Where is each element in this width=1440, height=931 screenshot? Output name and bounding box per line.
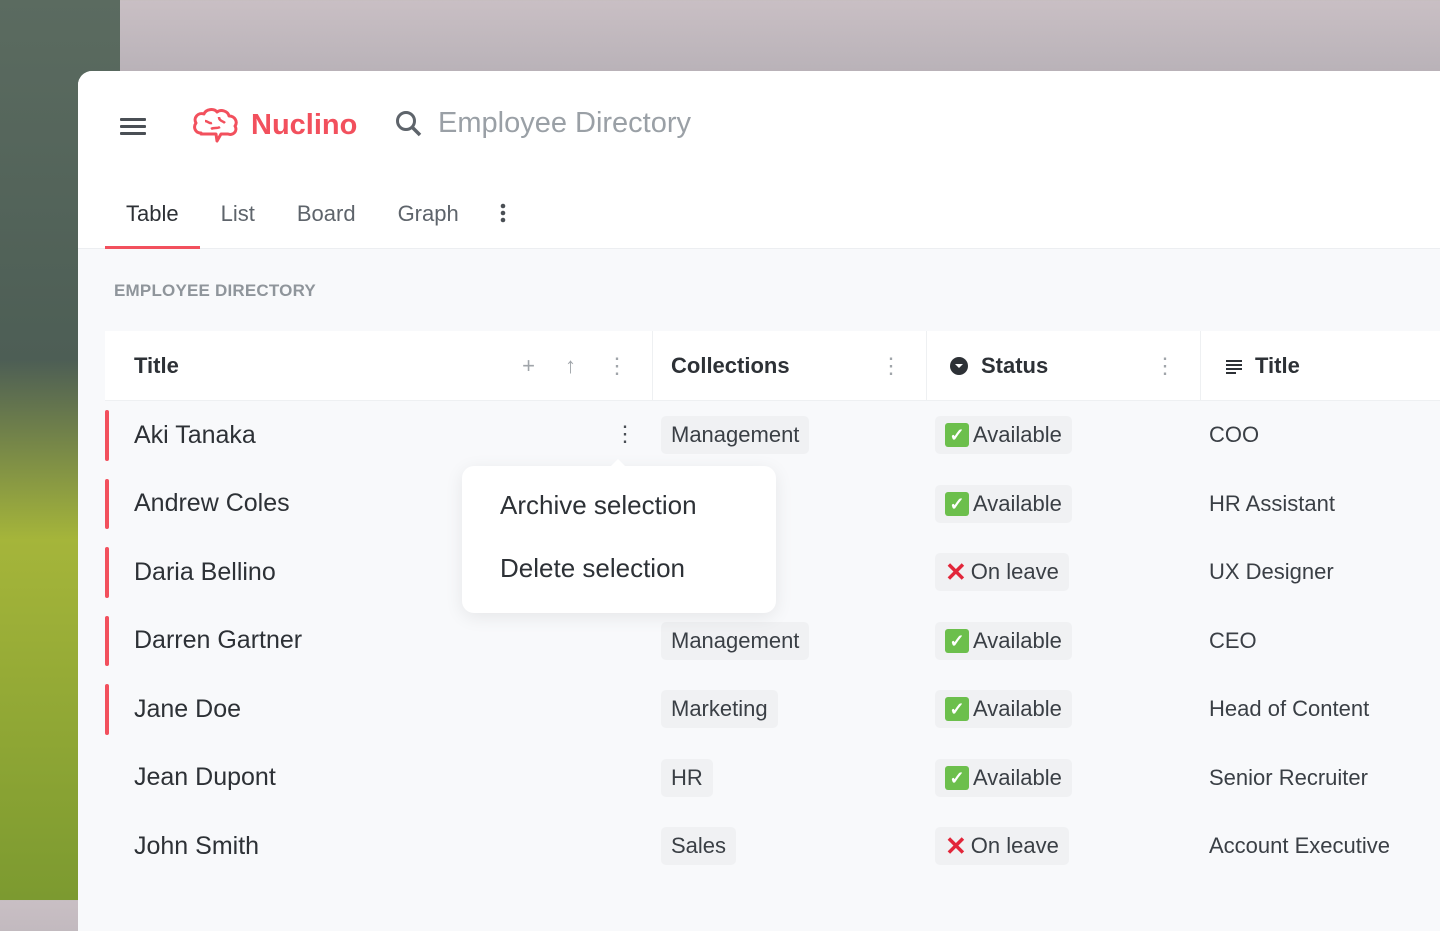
employee-name[interactable]: Jane Doe <box>134 695 241 723</box>
column-header-collections[interactable]: Collections ⋮ <box>653 331 927 400</box>
collection-chip[interactable]: Management <box>661 416 810 455</box>
job-title: Account Executive <box>1209 833 1390 859</box>
tab-table[interactable]: Table <box>105 189 200 249</box>
employee-name[interactable]: Darren Gartner <box>134 626 302 654</box>
sort-up-icon[interactable]: ↑ <box>565 353 576 379</box>
status-chip[interactable]: ✓ Available <box>935 690 1072 729</box>
view-tabs: Table List Board Graph <box>105 189 526 249</box>
section-title: EMPLOYEE DIRECTORY <box>114 281 316 300</box>
table-row[interactable]: Darren Gartner Management ✓ Available CEO <box>105 607 1440 676</box>
brain-icon <box>193 108 238 143</box>
tab-board[interactable]: Board <box>276 189 377 249</box>
collection-chip[interactable]: Marketing <box>661 690 778 729</box>
employee-name[interactable]: Jean Dupont <box>134 763 276 791</box>
cross-icon: ✕ <box>945 831 967 862</box>
app-name: Nuclino <box>251 108 358 141</box>
add-icon[interactable]: + <box>522 353 535 379</box>
delete-selection-item[interactable]: Delete selection <box>500 553 685 584</box>
search-icon <box>396 110 422 136</box>
check-icon: ✓ <box>945 628 969 653</box>
job-title: UX Designer <box>1209 559 1334 585</box>
check-icon: ✓ <box>945 765 969 790</box>
tab-list[interactable]: List <box>200 189 276 249</box>
context-menu: Archive selection Delete selection <box>462 459 776 613</box>
text-lines-icon <box>1226 359 1242 374</box>
collection-chip[interactable]: Management <box>661 621 810 660</box>
status-chip[interactable]: ✓ Available <box>935 621 1072 660</box>
table-row[interactable]: Jane Doe Marketing ✓ Available Head of Co… <box>105 675 1440 744</box>
table-header: Title + ↑ ⋮ Collections ⋮ Status ⋮ Title <box>105 331 1440 401</box>
status-chip[interactable]: ✓ Available <box>935 416 1072 455</box>
job-title: Senior Recruiter <box>1209 764 1368 790</box>
table-row[interactable]: Aki Tanaka ⋮ Management ✓ Available COO <box>105 401 1440 470</box>
menu-icon[interactable] <box>120 118 146 136</box>
column-menu-icon[interactable]: ⋮ <box>606 353 628 379</box>
status-chip[interactable]: ✕ On leave <box>935 827 1069 866</box>
status-icon <box>950 356 968 375</box>
table-row[interactable]: Jean Dupont HR ✓ Available Senior Recruit… <box>105 744 1440 813</box>
more-views-icon[interactable] <box>480 189 526 249</box>
employee-name[interactable]: Andrew Coles <box>134 489 290 517</box>
tab-graph[interactable]: Graph <box>377 189 480 249</box>
archive-selection-item[interactable]: Archive selection <box>500 490 697 521</box>
status-chip[interactable]: ✕ On leave <box>935 553 1069 592</box>
collection-chip[interactable]: Sales <box>661 827 737 866</box>
employee-name[interactable]: Aki Tanaka <box>134 421 256 449</box>
column-header-job-title[interactable]: Title <box>1201 331 1440 400</box>
column-menu-icon[interactable]: ⋮ <box>1154 353 1176 379</box>
job-title: Head of Content <box>1209 696 1370 722</box>
status-chip[interactable]: ✓ Available <box>935 484 1072 523</box>
job-title: CEO <box>1209 627 1257 653</box>
search-bar[interactable]: Employee Directory <box>394 107 691 140</box>
employee-name[interactable]: John Smith <box>134 832 259 860</box>
job-title: COO <box>1209 422 1260 448</box>
job-title: HR Assistant <box>1209 490 1335 516</box>
logo[interactable]: Nuclino <box>191 105 357 145</box>
status-chip[interactable]: ✓ Available <box>935 758 1072 797</box>
row-menu-icon[interactable]: ⋮ <box>614 421 636 447</box>
column-header-status[interactable]: Status ⋮ <box>927 331 1201 400</box>
search-input[interactable]: Employee Directory <box>438 107 691 140</box>
check-icon: ✓ <box>945 423 969 448</box>
table-row[interactable]: John Smith Sales ✕ On leave Account Execu… <box>105 812 1440 881</box>
check-icon: ✓ <box>945 491 969 516</box>
collection-chip[interactable]: HR <box>661 758 713 797</box>
check-icon: ✓ <box>945 697 969 722</box>
employee-name[interactable]: Daria Bellino <box>134 558 276 586</box>
cross-icon: ✕ <box>945 557 967 588</box>
column-menu-icon[interactable]: ⋮ <box>880 353 902 379</box>
header: Nuclino Employee Directory Table List Bo… <box>78 71 1440 249</box>
column-header-title[interactable]: Title + ↑ ⋮ <box>105 331 653 400</box>
